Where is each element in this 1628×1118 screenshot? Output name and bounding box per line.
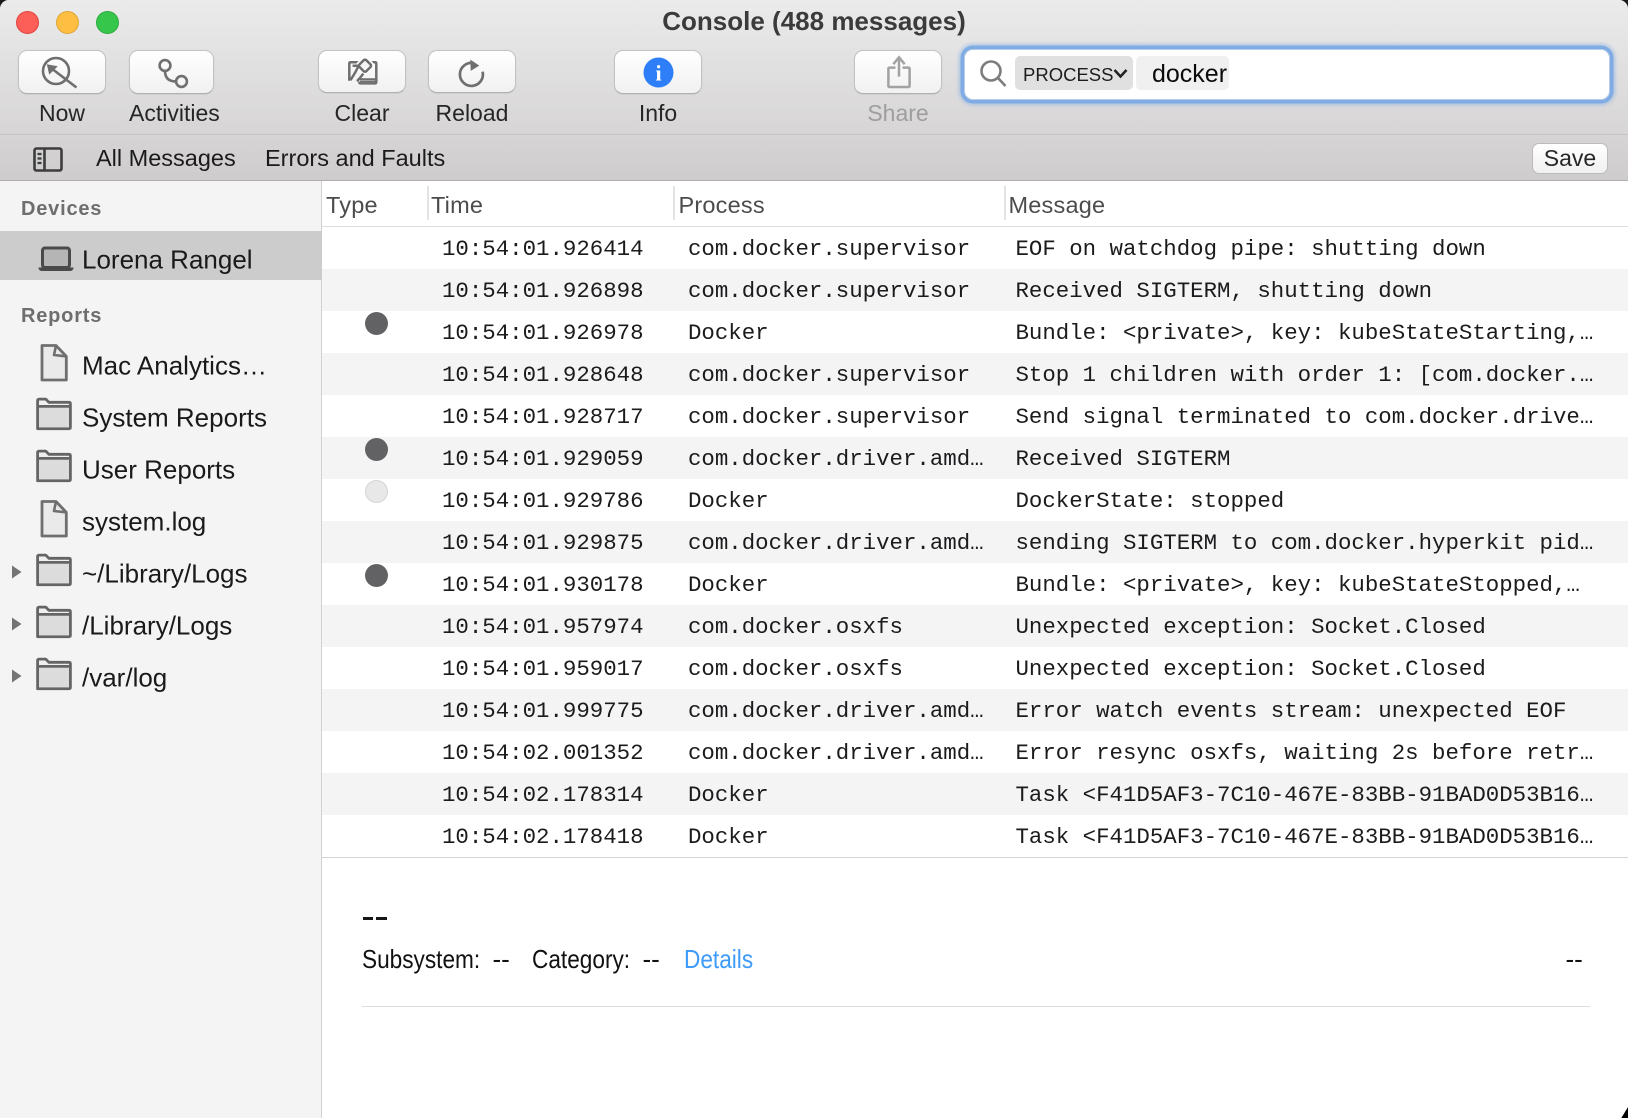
svg-text:i: i	[655, 61, 661, 86]
